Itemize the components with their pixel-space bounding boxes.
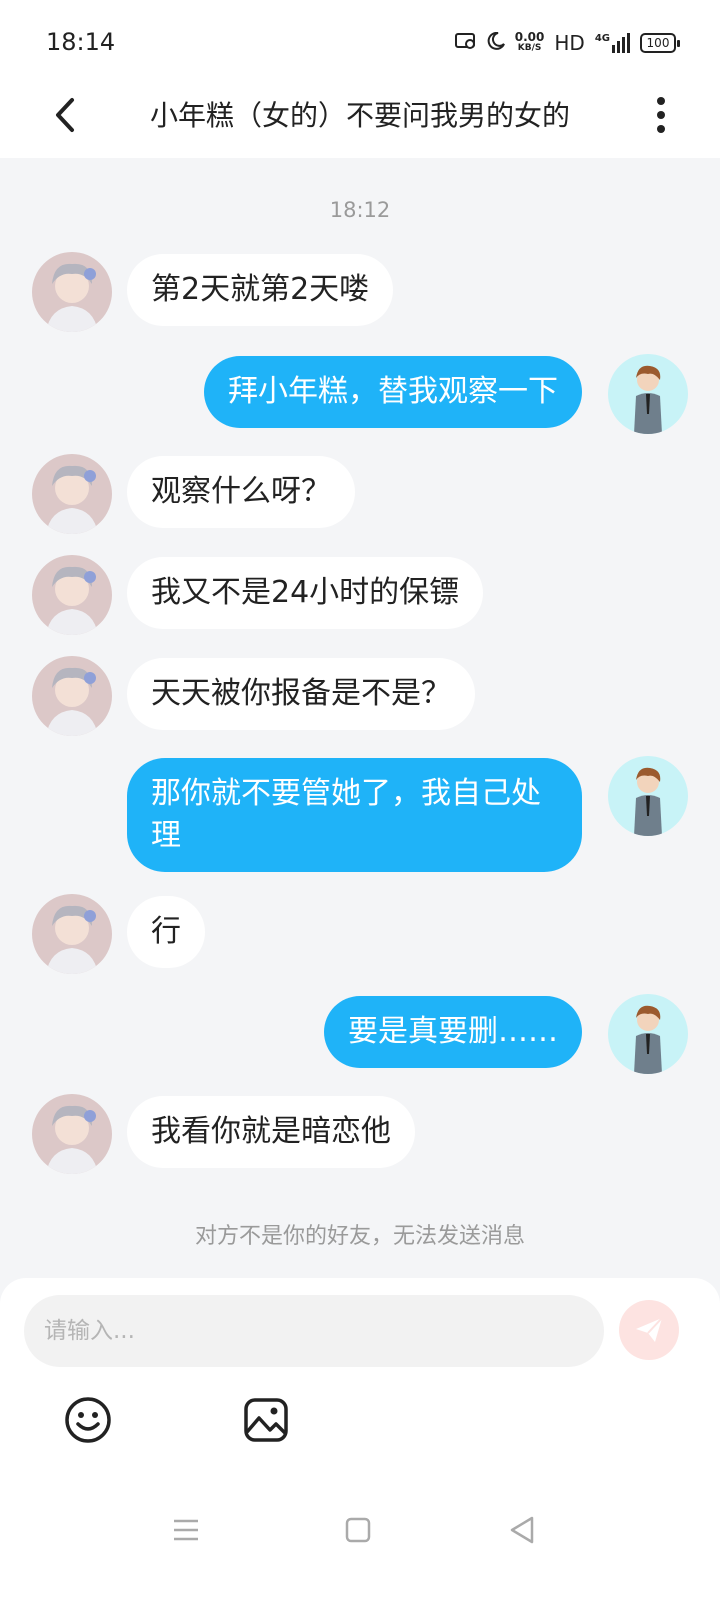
message-bubble-incoming[interactable]: 第2天就第2天喽 [127,254,394,326]
chat-header: 小年糕（女的）不要问我男的女的 [0,80,720,158]
message-bubble-incoming[interactable]: 行 [127,896,205,968]
message-bubble-incoming[interactable]: 我又不是24小时的保镖 [127,557,484,629]
emoji-icon [65,1397,111,1443]
more-vertical-icon [657,97,665,133]
image-button[interactable] [242,1396,290,1444]
contact-avatar[interactable] [32,656,112,736]
hd-label: HD [554,31,585,55]
contact-avatar[interactable] [32,252,112,332]
signal-type: 4G [594,33,610,44]
input-panel [0,1278,720,1600]
message-bubble-incoming[interactable]: 我看你就是暗恋他 [127,1096,415,1168]
back-triangle-icon [510,1516,534,1544]
image-icon [244,1398,288,1442]
send-button[interactable] [619,1300,679,1360]
contact-avatar[interactable] [32,894,112,974]
more-options-button[interactable] [636,90,686,140]
system-nav-bar [0,1490,720,1570]
contact-avatar[interactable] [32,1094,112,1174]
status-time: 18:14 [46,28,116,56]
menu-icon [174,1519,198,1541]
net-speed-unit: KB/S [517,43,542,53]
emoji-button[interactable] [64,1396,112,1444]
message-timestamp: 18:12 [329,198,391,222]
message-bubble-incoming[interactable]: 天天被你报备是不是？ [127,658,475,730]
menu-nav-button[interactable] [168,1512,204,1548]
message-input[interactable] [24,1295,604,1367]
message-bubble-incoming[interactable]: 观察什么呀？ [127,456,355,528]
home-square-icon [345,1517,371,1543]
chat-title: 小年糕（女的）不要问我男的女的 [149,99,570,132]
chat-area[interactable]: 18:12 第2天就第2天喽 拜小年糕，替我观察一下 观察什么呀？ 我又不是24… [0,158,720,1278]
screen-record-icon [454,31,477,55]
status-bar: 18:14 0.00 KB/S HD 4G 100 [0,0,720,80]
back-nav-button[interactable] [504,1512,540,1548]
cannot-send-notice: 对方不是你的好友，无法发送消息 [194,1224,525,1249]
status-icons: 0.00 KB/S HD 4G 100 [454,28,680,58]
back-button[interactable] [40,90,90,140]
contact-avatar[interactable] [32,555,112,635]
message-bubble-outgoing[interactable]: 那你就不要管她了，我自己处理 [127,758,582,872]
net-speed-value: 0.00 [514,30,545,44]
send-icon [636,1317,663,1342]
battery-level: 100 [646,36,670,50]
battery-icon: 100 [640,33,680,53]
net-speed: 0.00 KB/S [514,30,545,54]
my-avatar[interactable] [608,354,688,434]
message-bubble-outgoing[interactable]: 拜小年糕，替我观察一下 [204,356,582,428]
chevron-left-icon [56,98,74,132]
signal-icon: 4G [595,33,630,53]
message-bubble-outgoing[interactable]: 要是真要删…… [324,996,582,1068]
my-avatar[interactable] [608,994,688,1074]
home-nav-button[interactable] [340,1512,376,1548]
moon-icon [487,31,505,55]
my-avatar[interactable] [608,756,688,836]
contact-avatar[interactable] [32,454,112,534]
